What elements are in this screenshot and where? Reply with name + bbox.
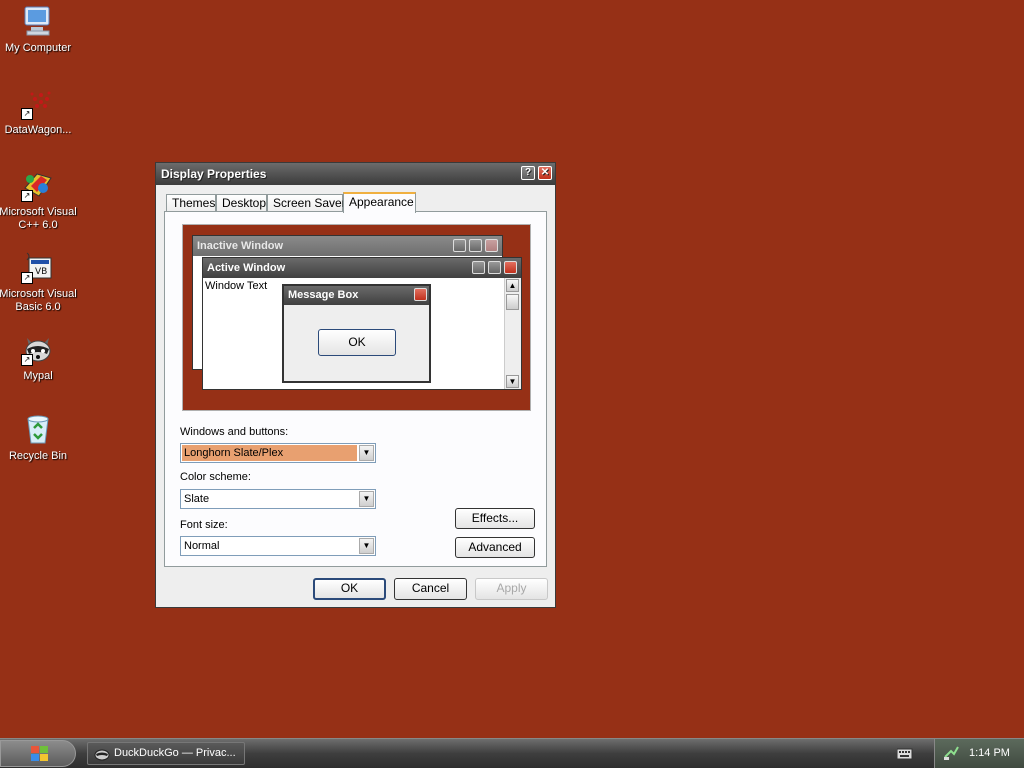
font-size-value: Normal (184, 540, 220, 552)
chevron-down-icon[interactable]: ▼ (359, 445, 374, 461)
apply-button[interactable]: Apply (475, 578, 548, 600)
windows-logo-icon (31, 746, 48, 761)
desktop-icon-visual-basic[interactable]: VB ↗ Microsoft Visual Basic 6.0 (0, 250, 78, 314)
desktop-icon-my-computer[interactable]: My Computer (0, 4, 78, 55)
windows-buttons-value: Longhorn Slate/Plex (182, 445, 357, 461)
visual-cpp-icon: ↗ (21, 168, 55, 202)
network-icon[interactable] (943, 745, 959, 761)
close-icon (414, 288, 427, 301)
desktop-icon-label: Microsoft Visual C++ 6.0 (0, 206, 77, 231)
windows-buttons-label: Windows and buttons: (180, 426, 289, 438)
desktop-icon-visual-cpp[interactable]: ↗ Microsoft Visual C++ 6.0 (0, 168, 78, 232)
desktop-icon-label: DataWagon... (4, 124, 72, 136)
preview-scrollbar: ▲ ▼ (504, 278, 521, 389)
active-window-titlebar: Active Window (203, 258, 521, 278)
shortcut-arrow-icon: ↗ (21, 354, 33, 366)
color-scheme-select[interactable]: Slate ▼ (180, 489, 376, 509)
close-icon (504, 261, 517, 274)
computer-icon (21, 4, 55, 38)
shortcut-arrow-icon: ↗ (21, 272, 33, 284)
chevron-down-icon[interactable]: ▼ (359, 538, 374, 554)
close-button[interactable]: ✕ (538, 166, 552, 180)
appearance-panel: Inactive Window Active Window Window Tex… (164, 211, 547, 567)
close-icon: ✕ (540, 167, 550, 178)
keyboard-icon[interactable] (897, 748, 913, 760)
start-button[interactable] (0, 740, 76, 767)
desktop-icon-label: My Computer (4, 42, 72, 54)
dialog-title: Display Properties (161, 167, 267, 181)
visual-basic-icon: VB ↗ (21, 250, 55, 284)
datawagon-icon: ↗ (21, 86, 55, 120)
maximize-icon (488, 261, 501, 274)
preview-message-box: Message Box OK (282, 284, 431, 383)
help-icon: ? (524, 167, 532, 178)
desktop-icon-mypal[interactable]: ↗ Mypal (0, 332, 78, 383)
windows-buttons-select[interactable]: Longhorn Slate/Plex ▼ (180, 443, 376, 463)
raccoon-icon: ↗ (21, 332, 55, 366)
window-text-sample: Window Text (205, 280, 268, 292)
font-size-label: Font size: (180, 519, 228, 531)
desktop-icon-label: Mypal (23, 370, 53, 382)
message-box-title: Message Box (288, 289, 359, 301)
cancel-button[interactable]: Cancel (394, 578, 467, 600)
shortcut-arrow-icon: ↗ (21, 108, 33, 120)
shortcut-arrow-icon: ↗ (21, 190, 33, 202)
svg-text:VB: VB (35, 267, 47, 277)
minimize-icon (472, 261, 485, 274)
maximize-icon (469, 239, 482, 252)
active-window-title: Active Window (207, 262, 286, 274)
effects-button[interactable]: Effects... (455, 508, 535, 529)
recycle-bin-icon (21, 412, 55, 446)
tab-desktop[interactable]: Desktop (216, 194, 267, 212)
inactive-window-title: Inactive Window (197, 240, 284, 252)
desktop-icon-datawagon[interactable]: ↗ DataWagon... (0, 86, 78, 137)
inactive-window-titlebar: Inactive Window (193, 236, 502, 256)
raccoon-icon (94, 749, 110, 761)
chevron-down-icon[interactable]: ▼ (359, 491, 374, 507)
help-button[interactable]: ? (521, 166, 535, 180)
desktop-icon-label: Recycle Bin (8, 450, 68, 462)
desktop-icon-label: Microsoft Visual Basic 6.0 (0, 288, 77, 313)
clock[interactable]: 1:14 PM (969, 739, 1010, 768)
advanced-button[interactable]: Advanced (455, 537, 535, 558)
close-icon (485, 239, 498, 252)
taskbar-item-duckduckgo[interactable]: DuckDuckGo — Privac... (87, 742, 245, 765)
message-box-titlebar: Message Box (284, 286, 429, 305)
taskbar-item-label: DuckDuckGo — Privac... (114, 747, 236, 759)
dialog-titlebar[interactable]: Display Properties ? ✕ (156, 163, 555, 185)
message-box-ok-button: OK (318, 329, 396, 356)
appearance-preview: Inactive Window Active Window Window Tex… (182, 224, 531, 411)
scroll-up-icon: ▲ (506, 279, 519, 292)
tab-screen-saver[interactable]: Screen Saver (267, 194, 346, 212)
ok-button[interactable]: OK (313, 578, 386, 600)
display-properties-dialog: Display Properties ? ✕ Themes Desktop Sc… (155, 162, 556, 608)
minimize-icon (453, 239, 466, 252)
tab-appearance[interactable]: Appearance (343, 192, 416, 213)
system-tray: 1:14 PM (934, 739, 1024, 768)
scroll-down-icon: ▼ (506, 375, 519, 388)
taskbar: DuckDuckGo — Privac... 1:14 PM (0, 738, 1024, 768)
font-size-select[interactable]: Normal ▼ (180, 536, 376, 556)
scroll-thumb (506, 294, 519, 310)
tab-themes[interactable]: Themes (166, 194, 216, 212)
color-scheme-value: Slate (184, 493, 210, 505)
color-scheme-label: Color scheme: (180, 471, 251, 483)
desktop-icon-recycle-bin[interactable]: Recycle Bin (0, 412, 78, 463)
